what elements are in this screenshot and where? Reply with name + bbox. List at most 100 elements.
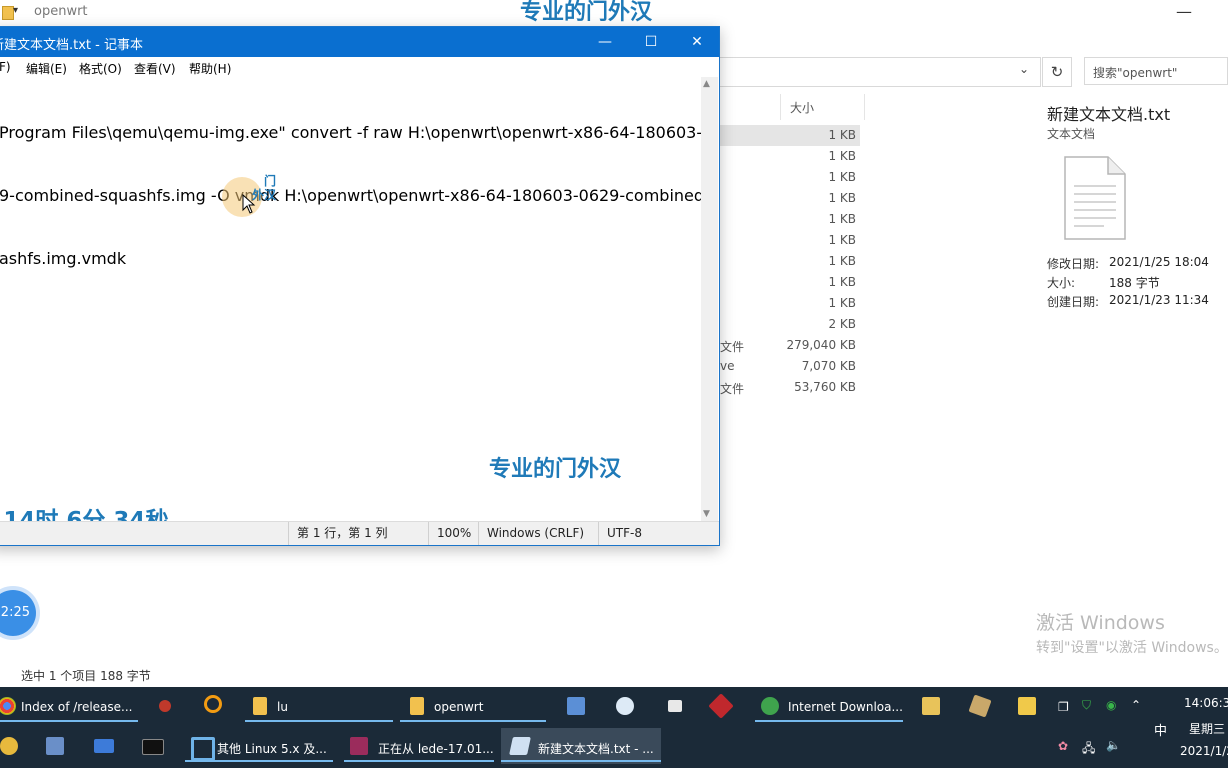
column-divider[interactable] — [864, 94, 865, 120]
file-list-row[interactable]: 1 KB — [718, 230, 860, 251]
taskbar-vmware[interactable]: 其他 Linux 5.x 及... — [185, 728, 335, 764]
file-list-row[interactable]: 文件 279,040 KB — [718, 335, 860, 356]
explorer-status: 选中 1 个项目 188 字节 — [21, 669, 151, 683]
details-file-name: 新建文本文档.txt — [1047, 105, 1171, 124]
file-size-cell: 1 KB — [828, 170, 856, 184]
details-file-type: 文本文档 — [1047, 127, 1096, 141]
taskbar-ftp[interactable] — [0, 728, 26, 764]
activate-windows-hint: 转到"设置"以激活 Windows。 — [1036, 640, 1228, 656]
file-size-cell: 1 KB — [828, 254, 856, 268]
menu-file[interactable]: F) — [0, 60, 11, 74]
maximize-button[interactable]: ☐ — [628, 27, 674, 57]
address-bar[interactable] — [718, 57, 1041, 87]
security-shield-icon[interactable]: ⛉ — [1082, 698, 1091, 713]
taskbar-folder-lu[interactable]: lu — [245, 688, 395, 724]
taskbar-window-app[interactable] — [664, 688, 690, 724]
file-list-row[interactable]: 2 KB — [718, 314, 860, 335]
column-header-size[interactable]: 大小 — [790, 99, 814, 116]
winrar-icon — [350, 737, 368, 755]
tray-weekday[interactable]: 星期三 — [1189, 720, 1225, 737]
chevron-down-icon[interactable]: ⌄ — [1019, 62, 1029, 76]
ftp-icon — [0, 737, 18, 755]
zoom-level: 100% — [428, 522, 471, 545]
file-type-cell: ve — [720, 359, 735, 373]
taskbar-magnifier-app[interactable] — [918, 688, 946, 724]
notepad-titlebar[interactable]: 新建文本文档.txt - 记事本 — ☐ ✕ — [0, 27, 719, 57]
file-list-row[interactable]: 1 KB — [718, 251, 860, 272]
running-indicator — [185, 760, 333, 762]
taskbar-label: Index of /release... — [21, 700, 133, 714]
text-line: 9-combined-squashfs.img -O vmdk H:\openw… — [0, 186, 710, 205]
taskbar-save-app[interactable] — [1014, 688, 1042, 724]
taskbar-dice-app[interactable] — [708, 688, 738, 724]
tray-app-icon[interactable]: ◉ — [1106, 698, 1116, 712]
network-tray-icon[interactable]: 🖧 — [1082, 739, 1095, 760]
task-view-icon[interactable]: ❐ — [1058, 700, 1069, 714]
tray-flower-icon[interactable]: ✿ — [1058, 739, 1068, 753]
taskbar-notepad[interactable]: 新建文本文档.txt - ... — [501, 728, 661, 764]
taskbar-chrome[interactable]: Index of /release... — [0, 688, 140, 724]
file-list-row[interactable]: 1 KB — [718, 293, 860, 314]
file-list-row[interactable]: 文件 53,760 KB — [718, 377, 860, 398]
minimize-button[interactable]: — — [582, 27, 628, 57]
scroll-down-icon[interactable]: ▼ — [703, 509, 710, 519]
tray-time[interactable]: 14:06:34 — [1184, 696, 1228, 710]
menu-edit[interactable]: 编辑(E) — [26, 60, 67, 77]
quick-access-dropdown-icon[interactable]: ▾ — [13, 5, 18, 16]
text-file-icon — [1064, 156, 1126, 240]
terminal-icon — [142, 739, 164, 755]
file-list-row[interactable]: ve 7,070 KB — [718, 356, 860, 377]
menu-view[interactable]: 查看(V) — [134, 60, 176, 77]
menu-format[interactable]: 格式(O) — [79, 60, 122, 77]
watermark-top: 专业的门外汉 — [520, 0, 653, 25]
taskbar: Index of /release... lu openwrt Internet… — [0, 687, 1228, 768]
tray-overflow-icon[interactable]: ⌃ — [1131, 698, 1141, 712]
property-label: 大小: — [1047, 276, 1076, 290]
folder-icon — [410, 697, 424, 715]
popup-text: 门 — [264, 174, 277, 188]
minimize-icon[interactable]: — — [1176, 2, 1192, 21]
scroll-up-icon[interactable]: ▲ — [703, 79, 710, 89]
refresh-button[interactable]: ↻ — [1042, 57, 1072, 87]
property-value: 188 字节 — [1109, 276, 1160, 290]
taskbar-idm[interactable]: Internet Downloa... — [755, 688, 905, 724]
taskbar-terminal[interactable] — [140, 728, 166, 764]
file-list-row[interactable]: 1 KB — [718, 146, 860, 167]
menu-help[interactable]: 帮助(H) — [189, 60, 231, 77]
notepad-text-area[interactable]: Program Files\qemu\qemu-img.exe" convert… — [0, 80, 710, 311]
file-list-row[interactable]: 1 KB — [718, 188, 860, 209]
file-list-row[interactable]: 1 KB — [718, 167, 860, 188]
line-ending: Windows (CRLF) — [478, 522, 584, 545]
taskbar-search-app[interactable] — [200, 688, 230, 724]
column-divider[interactable] — [780, 94, 781, 120]
activate-windows-title: 激活 Windows — [1036, 612, 1165, 634]
explorer-title: openwrt — [34, 4, 88, 19]
search-orange-icon — [204, 695, 222, 713]
file-list-row[interactable]: 1 KB — [718, 272, 860, 293]
tray-date[interactable]: 2021/1/2 — [1180, 744, 1228, 758]
volume-icon[interactable]: 🔈 — [1106, 738, 1121, 752]
taskbar-app[interactable] — [155, 688, 181, 724]
encoding: UTF-8 — [598, 522, 642, 545]
taskbar-blue-window[interactable] — [92, 728, 118, 764]
property-value: 2021/1/23 11:34 — [1109, 293, 1209, 307]
close-button[interactable]: ✕ — [674, 27, 720, 57]
taskbar-folder-openwrt[interactable]: openwrt — [400, 688, 548, 724]
search-input[interactable]: 搜索"openwrt" — [1084, 57, 1228, 85]
taskbar-flower-app[interactable] — [614, 688, 640, 724]
vertical-scrollbar[interactable] — [701, 77, 718, 521]
cursor-position: 第 1 行，第 1 列 — [288, 522, 388, 545]
notepad-statusbar: 第 1 行，第 1 列 100% Windows (CRLF) UTF-8 — [0, 521, 719, 545]
taskbar-pen-app[interactable] — [967, 688, 995, 724]
file-list-row[interactable]: 1 KB — [718, 125, 860, 146]
taskbar-network-app[interactable] — [565, 688, 591, 724]
property-label: 修改日期: — [1047, 257, 1100, 271]
file-list-row[interactable]: 1 KB — [718, 209, 860, 230]
running-indicator — [0, 720, 138, 722]
ime-indicator[interactable]: 中 — [1154, 720, 1167, 739]
taskbar-remote[interactable] — [44, 728, 70, 764]
taskbar-label: 正在从 lede-17.01... — [378, 742, 494, 756]
file-size-cell: 1 KB — [828, 149, 856, 163]
text-line: Program Files\qemu\qemu-img.exe" convert… — [0, 123, 703, 142]
taskbar-winrar[interactable]: 正在从 lede-17.01... — [344, 728, 496, 764]
